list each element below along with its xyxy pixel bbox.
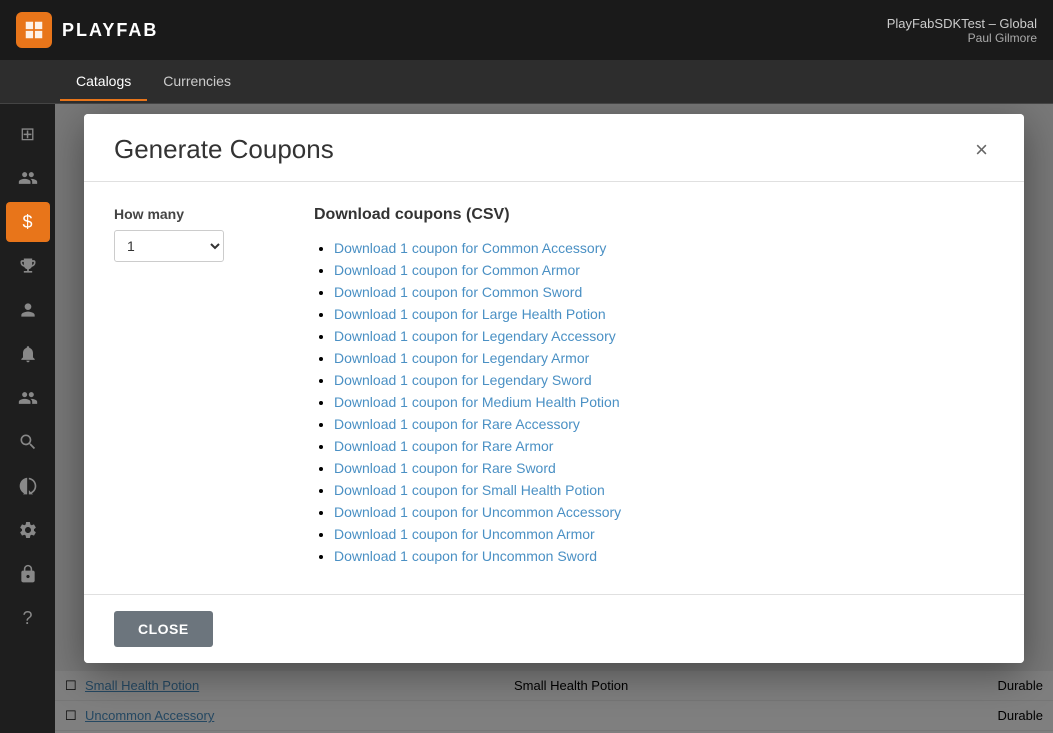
sidebar-item-economy[interactable]: $ (6, 202, 50, 242)
coupon-list: Download 1 coupon for Common Accessory Do… (314, 240, 994, 566)
generate-coupons-modal: Generate Coupons × How many 1 2 3 4 5 10… (84, 114, 1024, 663)
coupon-link-8[interactable]: Download 1 coupon for Rare Accessory (334, 416, 580, 432)
playfab-logo-icon (16, 12, 52, 48)
modal-footer: CLOSE (84, 594, 1024, 663)
logo-text: PLAYFAB (62, 20, 158, 41)
top-bar: PLAYFAB PlayFabSDKTest – Global Paul Gil… (0, 0, 1053, 60)
sidebar-item-analytics[interactable] (6, 422, 50, 462)
tab-currencies[interactable]: Currencies (147, 63, 247, 101)
coupon-link-13[interactable]: Download 1 coupon for Uncommon Armor (334, 526, 595, 542)
sidebar-item-groups[interactable] (6, 290, 50, 330)
sidebar: ⊞ $ ? (0, 104, 55, 733)
sidebar-item-help[interactable]: ? (6, 598, 50, 638)
user-info: PlayFabSDKTest – Global Paul Gilmore (887, 16, 1037, 45)
sidebar-item-automation[interactable] (6, 466, 50, 506)
modal-header: Generate Coupons × (84, 114, 1024, 182)
how-many-label: How many (114, 206, 274, 222)
user-name: Paul Gilmore (887, 31, 1037, 45)
coupon-link-2[interactable]: Download 1 coupon for Common Sword (334, 284, 582, 300)
modal-body: How many 1 2 3 4 5 10 25 50 100 (84, 182, 1024, 594)
coupon-link-3[interactable]: Download 1 coupon for Large Health Potio… (334, 306, 606, 322)
coupon-link-6[interactable]: Download 1 coupon for Legendary Sword (334, 372, 592, 388)
logo-area: PLAYFAB (16, 12, 158, 48)
download-section-title: Download coupons (CSV) (314, 206, 994, 224)
main-content: Generate Coupons × How many 1 2 3 4 5 10… (55, 104, 1053, 733)
coupon-link-11[interactable]: Download 1 coupon for Small Health Potio… (334, 482, 605, 498)
modal-overlay: Generate Coupons × How many 1 2 3 4 5 10… (55, 104, 1053, 733)
modal-close-x-button[interactable]: × (969, 137, 994, 163)
close-button[interactable]: CLOSE (114, 611, 213, 647)
sidebar-item-push[interactable] (6, 334, 50, 374)
sidebar-item-players[interactable] (6, 158, 50, 198)
right-panel: Download coupons (CSV) Download 1 coupon… (314, 206, 994, 570)
logo-svg (23, 19, 45, 41)
sidebar-item-multiplayer[interactable] (6, 378, 50, 418)
coupon-link-4[interactable]: Download 1 coupon for Legendary Accessor… (334, 328, 616, 344)
tab-catalogs[interactable]: Catalogs (60, 63, 147, 101)
coupon-link-10[interactable]: Download 1 coupon for Rare Sword (334, 460, 556, 476)
coupon-link-0[interactable]: Download 1 coupon for Common Accessory (334, 240, 606, 256)
coupon-link-1[interactable]: Download 1 coupon for Common Armor (334, 262, 580, 278)
sidebar-item-lock[interactable] (6, 554, 50, 594)
modal-title: Generate Coupons (114, 134, 334, 165)
nav-tabs-bar: Catalogs Currencies (0, 60, 1053, 104)
coupon-link-5[interactable]: Download 1 coupon for Legendary Armor (334, 350, 589, 366)
quantity-select[interactable]: 1 2 3 4 5 10 25 50 100 (114, 230, 224, 262)
coupon-link-12[interactable]: Download 1 coupon for Uncommon Accessory (334, 504, 621, 520)
coupon-link-14[interactable]: Download 1 coupon for Uncommon Sword (334, 548, 597, 564)
sidebar-item-dashboard[interactable]: ⊞ (6, 114, 50, 154)
coupon-link-7[interactable]: Download 1 coupon for Medium Health Poti… (334, 394, 620, 410)
app-name: PlayFabSDKTest – Global (887, 16, 1037, 31)
sidebar-item-settings[interactable] (6, 510, 50, 550)
sidebar-item-leaderboards[interactable] (6, 246, 50, 286)
left-panel: How many 1 2 3 4 5 10 25 50 100 (114, 206, 274, 570)
coupon-link-9[interactable]: Download 1 coupon for Rare Armor (334, 438, 553, 454)
